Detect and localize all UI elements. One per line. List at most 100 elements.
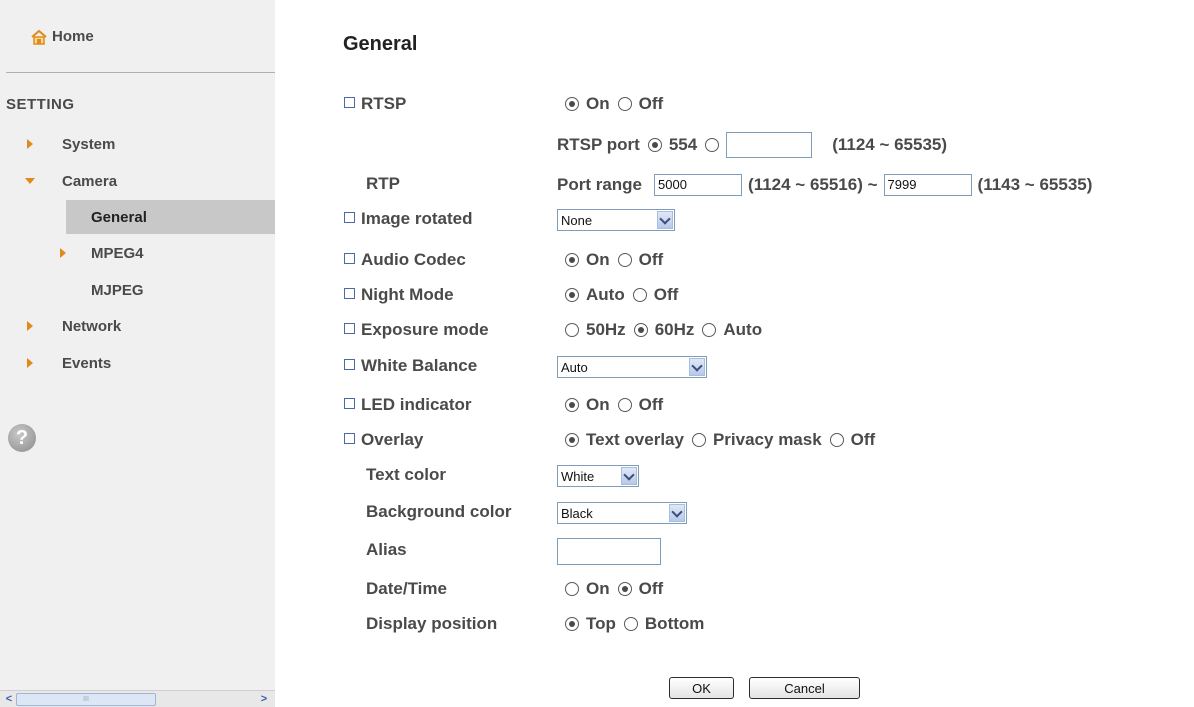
rtp-start-port-input[interactable]: 5000 (654, 174, 743, 196)
night-mode-off-radio[interactable] (632, 288, 647, 302)
image-rotated-select[interactable]: None (557, 209, 675, 231)
checkbox-icon (344, 433, 355, 445)
row-display-position: Display position Top Bottom (0, 612, 1194, 636)
ok-button[interactable]: OK (669, 677, 734, 699)
chevron-down-icon (691, 359, 703, 372)
rtsp-on-radio[interactable] (565, 97, 579, 111)
checkbox-icon (344, 398, 355, 410)
overlay-off-label: Off (850, 430, 876, 449)
cancel-button[interactable]: Cancel (749, 677, 860, 699)
night-mode-auto-radio[interactable] (565, 288, 579, 302)
text-color-select[interactable]: White (557, 465, 639, 487)
exposure-auto-radio[interactable] (702, 323, 717, 337)
row-text-color: Text color White (0, 463, 1194, 487)
checkbox-icon (344, 323, 355, 335)
text-color-value: White (561, 468, 595, 484)
image-rotated-label: Image rotated (361, 209, 473, 228)
led-off-label: Off (638, 395, 664, 414)
row-image-rotated: Image rotated None (0, 207, 1194, 231)
exposure-50hz-label: 50Hz (586, 320, 626, 339)
row-exposure-mode: Exposure mode 50Hz 60Hz Auto (0, 318, 1194, 342)
rtp-port-range-label: Port range (557, 175, 643, 194)
display-position-label: Display position (366, 614, 498, 633)
row-white-balance: White Balance Auto (0, 354, 1194, 378)
scrollbar-thumb[interactable]: III (16, 693, 156, 706)
background-color-value: Black (561, 505, 593, 521)
audio-codec-off-label: Off (638, 250, 664, 269)
row-rtsp-port: RTSP port 554 (1124 ~ 65535) (0, 130, 1194, 158)
rtsp-port-default-radio[interactable] (647, 138, 662, 152)
horizontal-scrollbar[interactable]: < III > (0, 690, 275, 707)
checkbox-icon (344, 288, 355, 300)
led-on-label: On (586, 395, 610, 414)
background-color-label: Background color (366, 502, 512, 521)
chevron-down-icon (671, 505, 683, 518)
checkbox-icon (344, 97, 355, 109)
row-night-mode: Night Mode Auto Off (0, 283, 1194, 307)
date-time-label: Date/Time (366, 579, 447, 598)
rtsp-off-radio[interactable] (617, 97, 632, 111)
led-off-radio[interactable] (617, 398, 632, 412)
background-color-select[interactable]: Black (557, 502, 687, 524)
rtsp-port-range: (1124 ~ 65535) (832, 135, 948, 154)
row-rtsp: RTSP On Off (0, 92, 1194, 116)
audio-codec-on-radio[interactable] (565, 253, 579, 267)
overlay-privacy-radio[interactable] (691, 433, 706, 447)
overlay-label: Overlay (361, 430, 424, 449)
display-bottom-radio[interactable] (623, 617, 638, 631)
rtsp-port-input[interactable] (726, 132, 813, 158)
rtsp-port-custom-radio[interactable] (705, 138, 720, 152)
chevron-down-icon (659, 212, 671, 225)
overlay-privacy-label: Privacy mask (712, 430, 822, 449)
display-bottom-label: Bottom (644, 614, 705, 633)
night-mode-label: Night Mode (361, 285, 454, 304)
night-mode-off-label: Off (653, 285, 679, 304)
exposure-60hz-label: 60Hz (654, 320, 695, 339)
white-balance-label: White Balance (361, 356, 478, 375)
row-alias: Alias (0, 538, 1194, 565)
row-overlay: Overlay Text overlay Privacy mask Off (0, 428, 1194, 452)
page-title: General (343, 33, 418, 55)
rtp-end-port-input[interactable]: 7999 (883, 174, 972, 196)
rtsp-on-label: On (586, 94, 610, 113)
alias-input[interactable] (557, 538, 661, 565)
alias-label: Alias (366, 540, 407, 559)
date-time-on-label: On (586, 579, 610, 598)
overlay-off-radio[interactable] (829, 433, 844, 447)
date-time-on-radio[interactable] (565, 582, 579, 596)
exposure-60hz-radio[interactable] (633, 323, 648, 337)
scroll-left-icon[interactable]: < (2, 693, 16, 705)
white-balance-select[interactable]: Auto (557, 356, 707, 378)
home-link[interactable]: Home (30, 28, 94, 45)
display-top-radio[interactable] (565, 617, 579, 631)
rtp-start-range: (1124 ~ 65516) ~ (748, 175, 878, 194)
audio-codec-label: Audio Codec (361, 250, 466, 269)
home-icon (30, 29, 48, 45)
audio-codec-off-radio[interactable] (617, 253, 632, 267)
rtsp-off-label: Off (638, 94, 664, 113)
exposure-auto-label: Auto (723, 320, 763, 339)
image-rotated-value: None (561, 212, 593, 228)
night-mode-auto-label: Auto (586, 285, 625, 304)
rtsp-label: RTSP (361, 94, 407, 113)
exposure-mode-label: Exposure mode (361, 320, 489, 339)
text-color-label: Text color (366, 465, 446, 484)
led-on-radio[interactable] (565, 398, 579, 412)
white-balance-value: Auto (561, 359, 588, 375)
rtsp-port-default-label: 554 (668, 135, 698, 154)
date-time-off-label: Off (638, 579, 664, 598)
row-led-indicator: LED indicator On Off (0, 393, 1194, 417)
led-indicator-label: LED indicator (361, 395, 472, 414)
sidebar-divider (6, 72, 275, 73)
scroll-right-icon[interactable]: > (257, 693, 271, 705)
rtsp-port-label: RTSP port (557, 135, 640, 154)
rtp-end-range: (1143 ~ 65535) (977, 175, 1093, 194)
home-label: Home (52, 28, 94, 45)
exposure-50hz-radio[interactable] (565, 323, 579, 337)
row-date-time: Date/Time On Off (0, 577, 1194, 601)
audio-codec-on-label: On (586, 250, 610, 269)
checkbox-icon (344, 359, 355, 371)
overlay-text-radio[interactable] (565, 433, 579, 447)
chevron-down-icon (623, 468, 635, 481)
date-time-off-radio[interactable] (617, 582, 632, 596)
